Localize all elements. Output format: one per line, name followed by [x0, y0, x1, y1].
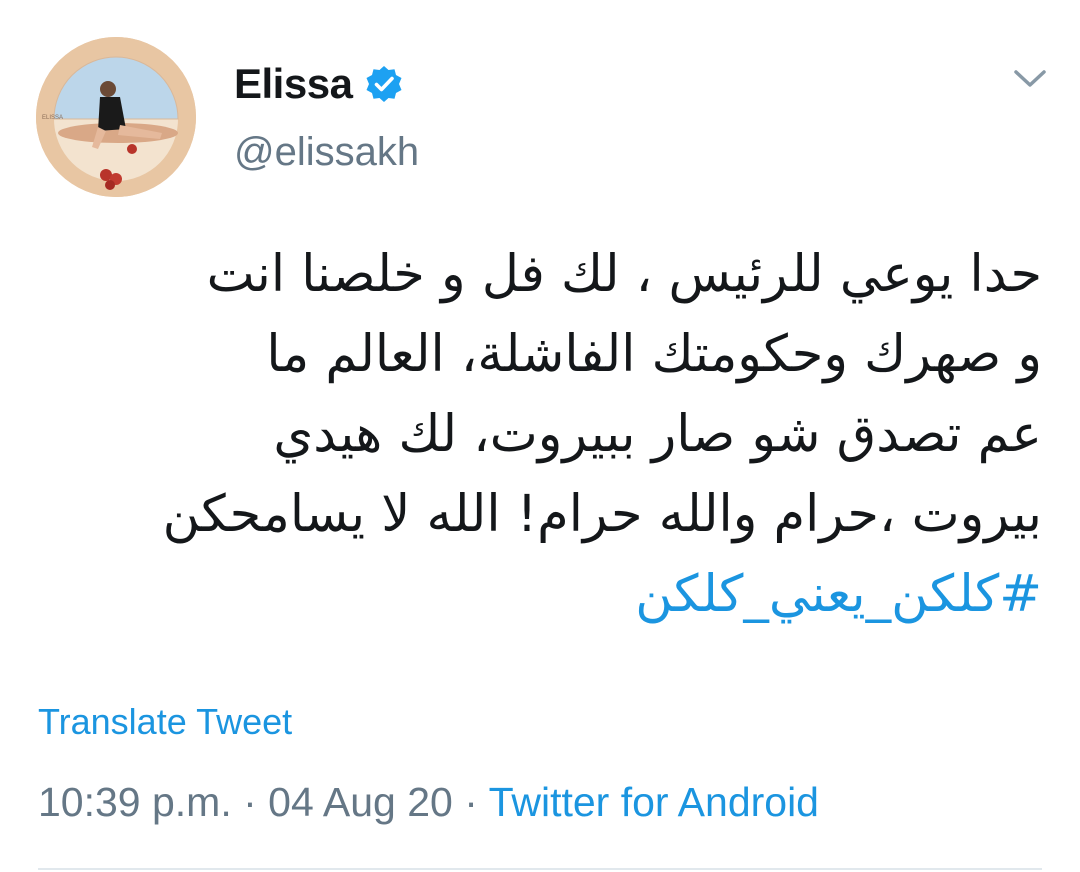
- author-row: Elissa: [234, 56, 404, 112]
- tweet-date[interactable]: 04 Aug 20: [268, 779, 453, 825]
- tweet-time[interactable]: 10:39 p.m.: [38, 779, 232, 825]
- hashtag-link[interactable]: #كلكن_يعني_كلكن: [40, 555, 1042, 635]
- meta-separator: ·: [231, 779, 269, 825]
- tweet-line: عم تصدق شو صار ببيروت، لك هيدي: [273, 405, 1042, 464]
- avatar[interactable]: ELISSA: [36, 37, 196, 197]
- tweet-meta: 10:39 p.m. · 04 Aug 20 · Twitter for And…: [38, 779, 819, 826]
- tweet-text: حدا يوعي للرئيس ، لك فل و خلصنا انت و صه…: [40, 235, 1042, 635]
- chevron-down-icon[interactable]: [1008, 62, 1052, 98]
- tweet-line: حدا يوعي للرئيس ، لك فل و خلصنا انت: [206, 245, 1042, 304]
- meta-separator: ·: [452, 779, 489, 825]
- avatar-image: ELISSA: [36, 37, 196, 197]
- display-name[interactable]: Elissa: [234, 60, 353, 108]
- avatar-brand-text: ELISSA: [42, 115, 63, 121]
- tweet-source-link[interactable]: Twitter for Android: [489, 779, 819, 825]
- verified-badge-icon: [364, 64, 404, 104]
- author-handle[interactable]: @elissakh: [234, 130, 419, 175]
- tweet-line: بيروت ،حرام والله حرام! الله لا يسامحكن: [162, 485, 1042, 544]
- translate-tweet-link[interactable]: Translate Tweet: [38, 701, 292, 743]
- divider: [38, 868, 1042, 870]
- tweet-line: و صهرك وحكومتك الفاشلة، العالم ما: [266, 325, 1042, 384]
